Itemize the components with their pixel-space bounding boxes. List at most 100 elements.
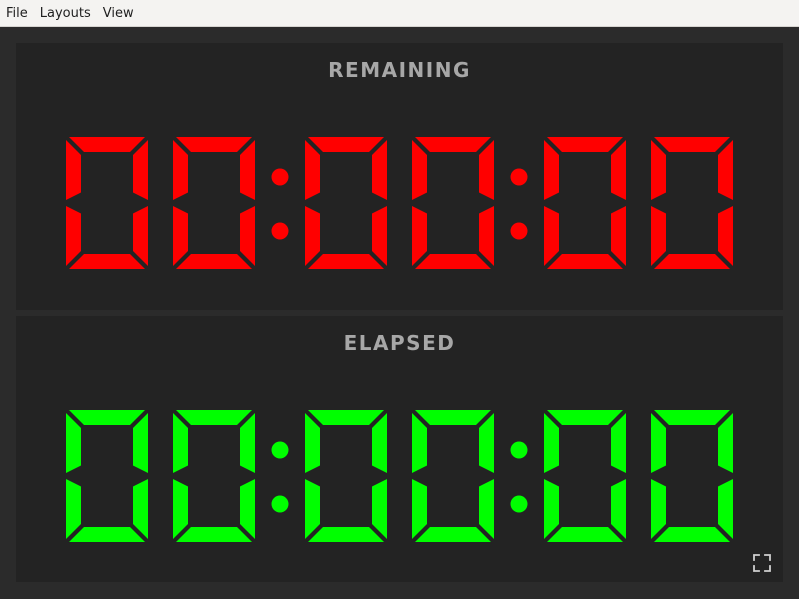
elapsed-segment <box>66 413 81 473</box>
remaining-segment <box>651 140 666 200</box>
elapsed-segment <box>66 479 81 539</box>
elapsed-colon-dot <box>510 495 528 513</box>
elapsed-digit <box>651 410 733 542</box>
remaining-digit <box>412 137 494 269</box>
remaining-segment <box>412 140 427 200</box>
remaining-colon-dot <box>510 222 528 240</box>
elapsed-segment <box>654 410 730 425</box>
remaining-segment <box>308 137 384 152</box>
menu-bar: File Layouts View <box>0 0 799 27</box>
remaining-segment <box>176 137 252 152</box>
remaining-digit <box>173 137 255 269</box>
elapsed-segment <box>372 479 387 539</box>
remaining-segment <box>305 206 320 266</box>
elapsed-segment <box>308 410 384 425</box>
remaining-colon-dot <box>271 222 289 240</box>
elapsed-segment <box>173 413 188 473</box>
elapsed-digit <box>173 410 255 542</box>
elapsed-colon-dot <box>510 441 528 459</box>
remaining-colon-dot <box>510 168 528 186</box>
elapsed-segment <box>547 410 623 425</box>
remaining-time-display <box>66 137 733 269</box>
remaining-segment <box>69 137 145 152</box>
remaining-segment <box>412 206 427 266</box>
remaining-segment <box>718 140 733 200</box>
remaining-digit <box>651 137 733 269</box>
remaining-segment <box>66 206 81 266</box>
remaining-segment <box>415 254 491 269</box>
elapsed-digit <box>412 410 494 542</box>
remaining-segment <box>372 140 387 200</box>
elapsed-time-display <box>66 410 733 542</box>
elapsed-segment <box>133 479 148 539</box>
elapsed-segment <box>305 413 320 473</box>
remaining-segment <box>718 206 733 266</box>
remaining-segment <box>654 254 730 269</box>
remaining-segment <box>611 140 626 200</box>
remaining-segment <box>479 140 494 200</box>
elapsed-segment <box>240 413 255 473</box>
elapsed-segment <box>544 413 559 473</box>
elapsed-segment <box>412 479 427 539</box>
elapsed-segment <box>611 413 626 473</box>
elapsed-segment <box>415 527 491 542</box>
remaining-segment <box>69 254 145 269</box>
remaining-segment <box>66 140 81 200</box>
elapsed-segment <box>479 413 494 473</box>
remaining-segment <box>240 206 255 266</box>
menu-view[interactable]: View <box>97 0 140 27</box>
elapsed-segment <box>412 413 427 473</box>
elapsed-segment <box>69 527 145 542</box>
remaining-segment <box>133 140 148 200</box>
remaining-segment <box>547 254 623 269</box>
elapsed-colon-dot <box>271 495 289 513</box>
elapsed-segment <box>415 410 491 425</box>
elapsed-segment <box>240 479 255 539</box>
elapsed-segment <box>308 527 384 542</box>
remaining-segment <box>479 206 494 266</box>
fullscreen-icon <box>753 554 771 572</box>
elapsed-segment <box>544 479 559 539</box>
elapsed-segment <box>611 479 626 539</box>
remaining-segment <box>305 140 320 200</box>
remaining-segment <box>372 206 387 266</box>
elapsed-segment <box>176 410 252 425</box>
remaining-colon-dot <box>271 168 289 186</box>
remaining-segment <box>240 140 255 200</box>
elapsed-segment <box>718 479 733 539</box>
remaining-segment <box>544 206 559 266</box>
menu-layouts[interactable]: Layouts <box>34 0 97 27</box>
elapsed-segment <box>718 413 733 473</box>
remaining-segment <box>544 140 559 200</box>
remaining-segment <box>651 206 666 266</box>
remaining-segment <box>173 206 188 266</box>
elapsed-colon-dot <box>271 441 289 459</box>
elapsed-digit <box>544 410 626 542</box>
menu-file[interactable]: File <box>0 0 34 27</box>
remaining-segment <box>611 206 626 266</box>
elapsed-segment <box>305 479 320 539</box>
elapsed-segment <box>173 479 188 539</box>
remaining-segment <box>308 254 384 269</box>
elapsed-segment <box>651 479 666 539</box>
remaining-digit <box>305 137 387 269</box>
remaining-segment <box>173 140 188 200</box>
remaining-panel: REMAINING <box>16 43 783 310</box>
remaining-digit <box>66 137 148 269</box>
fullscreen-button[interactable] <box>751 552 773 574</box>
remaining-digit <box>544 137 626 269</box>
remaining-segment <box>654 137 730 152</box>
remaining-segment <box>415 137 491 152</box>
remaining-segment <box>176 254 252 269</box>
remaining-segment <box>547 137 623 152</box>
elapsed-digit <box>66 410 148 542</box>
elapsed-segment <box>651 413 666 473</box>
elapsed-segment <box>479 479 494 539</box>
elapsed-digit <box>305 410 387 542</box>
elapsed-segment <box>133 413 148 473</box>
elapsed-segment <box>654 527 730 542</box>
elapsed-segment <box>372 413 387 473</box>
remaining-segment <box>133 206 148 266</box>
elapsed-segment <box>547 527 623 542</box>
elapsed-panel: ELAPSED <box>16 316 783 582</box>
